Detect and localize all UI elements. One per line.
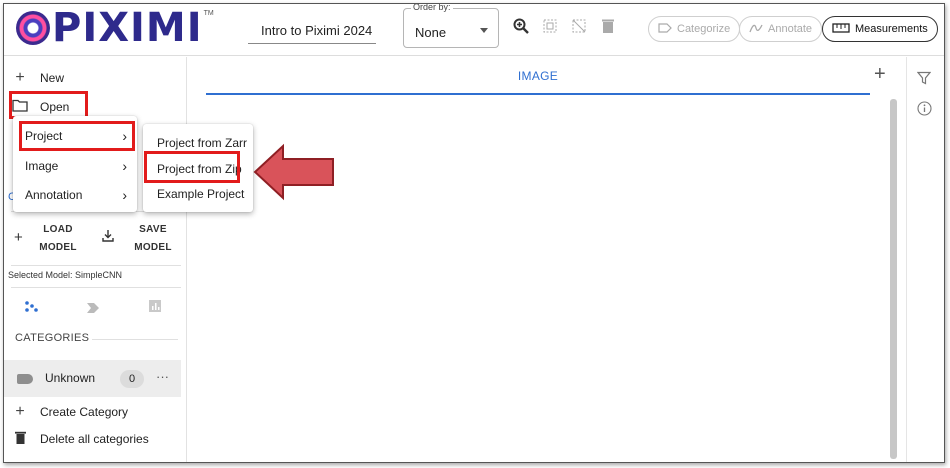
delete-categories-label: Delete all categories [40,432,149,446]
select-all-icon[interactable] [540,18,560,38]
order-by-select[interactable]: Order by: None [403,4,499,48]
filter-icon[interactable] [916,71,932,88]
divider [11,265,181,266]
piximi-logo: PIXIMI TM [16,8,214,48]
load-model-label-1: LOAD [43,224,73,235]
open-highlight-box [9,91,88,119]
create-category-button[interactable]: + Create Category [4,403,187,421]
arrow-right-icon[interactable] [87,300,99,318]
divider [11,287,181,288]
menu-item-label: Annotation [25,188,83,202]
info-icon[interactable] [917,101,932,119]
menu-item-annotation[interactable]: Annotation › [13,181,137,209]
right-rail [906,57,944,462]
trash-icon[interactable] [598,18,618,38]
save-model-button[interactable]: SAVE MODEL [102,223,174,255]
annotate-button[interactable]: Annotate [739,16,823,42]
measurements-label: Measurements [855,23,928,35]
menu-item-image[interactable]: Image › [13,152,137,180]
measurements-button[interactable]: Measurements [822,16,938,42]
categorize-label: Categorize [677,23,731,35]
chevron-right-icon: › [122,158,127,174]
selected-model-text: Selected Model: SimpleCNN [8,270,123,280]
deselect-icon[interactable] [569,18,589,38]
new-button[interactable]: + New [4,69,187,87]
delete-categories-button[interactable]: Delete all categories [4,430,187,448]
order-by-label: Order by: [411,3,453,12]
caret-down-icon [480,28,488,33]
main-content: IMAGE + [204,57,906,462]
load-model-button[interactable]: + LOAD MODEL [14,223,84,255]
plus-icon: + [14,229,24,246]
add-tab-icon[interactable]: + [874,63,886,86]
plus-icon: + [15,403,25,420]
top-bar: PIXIMI TM Intro to Piximi 2024 Order by:… [4,4,944,56]
label-icon [658,22,672,36]
categorize-button[interactable]: Categorize [648,16,741,42]
divider [92,339,178,340]
download-icon [102,229,114,247]
menu-item-label: Image [25,159,59,173]
save-model-label-1: SAVE [139,224,167,235]
order-by-value: None [415,25,447,40]
app-window: PIXIMI TM Intro to Piximi 2024 Order by:… [3,3,945,463]
category-tag-icon [17,374,33,384]
scrollbar[interactable] [890,99,897,459]
ruler-icon [832,22,850,36]
scatter-plot-icon[interactable] [24,299,38,317]
create-category-label: Create Category [40,405,129,419]
chevron-right-icon: › [122,187,127,203]
project-highlight-box [19,121,135,151]
annotate-icon [749,22,763,37]
trash-icon [10,431,30,447]
logo-text: PIXIMI [52,5,203,51]
category-count-badge: 0 [120,370,144,388]
categories-title: CATEGORIES [15,332,90,344]
category-name: Unknown [45,371,96,385]
load-model-label-2: MODEL [39,242,77,253]
annotate-label: Annotate [768,23,813,35]
logo-icon [16,11,50,45]
logo-trademark: TM [203,10,214,17]
new-label: New [40,71,65,85]
plus-icon: + [15,69,25,86]
bar-chart-icon[interactable] [149,299,161,317]
project-name-input[interactable]: Intro to Piximi 2024 [248,14,376,44]
zoom-in-icon[interactable] [511,18,531,38]
category-row-unknown[interactable]: Unknown 0 ··· [4,360,181,397]
save-model-label-2: MODEL [134,242,172,253]
more-options-icon[interactable]: ··· [156,369,169,384]
tab-image[interactable]: IMAGE [206,57,870,95]
